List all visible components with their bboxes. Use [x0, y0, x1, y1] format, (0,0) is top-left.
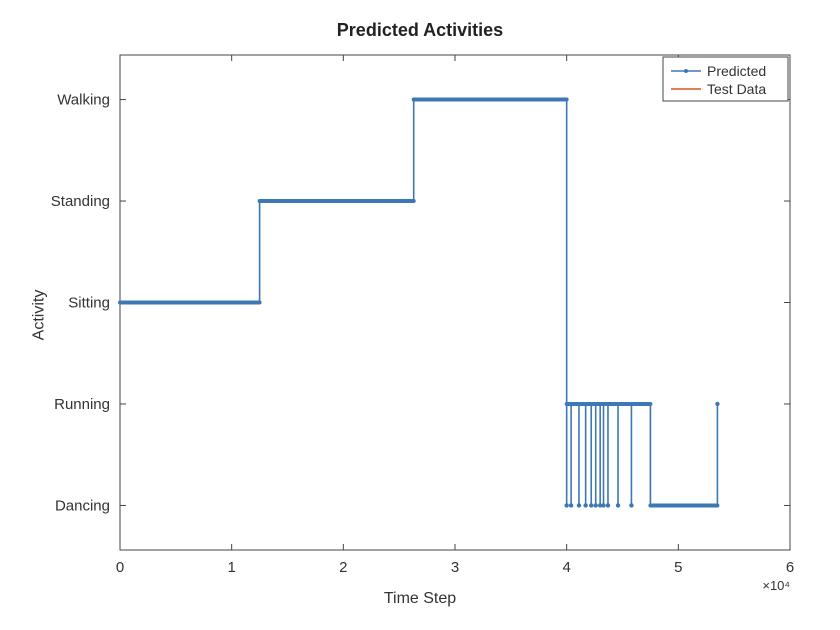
- x-exponent-label: ×10⁴: [762, 578, 790, 593]
- svg-text:1: 1: [227, 559, 235, 576]
- predicted-marker: [629, 503, 633, 507]
- predicted-marker: [606, 503, 610, 507]
- predicted-marker: [616, 503, 620, 507]
- svg-text:3: 3: [451, 559, 459, 576]
- svg-text:5: 5: [674, 559, 682, 576]
- predicted-marker: [594, 503, 598, 507]
- y-tick-label: Standing: [51, 193, 110, 210]
- legend-entry-testdata: Test Data: [707, 81, 766, 97]
- predicted-marker: [601, 503, 605, 507]
- predicted-marker: [564, 503, 568, 507]
- y-tick-label: Running: [54, 396, 110, 413]
- predicted-marker: [715, 402, 719, 406]
- chart-figure: Predicted Activities Activity Time Step …: [0, 0, 840, 630]
- plot-area: 0 1 2 3 4 5 6 ×10⁴ Dancing Running Sitting Standing…: [0, 0, 840, 630]
- legend: Predicted Test Data: [663, 57, 788, 101]
- y-tick-label: Sitting: [68, 295, 110, 312]
- svg-text:6: 6: [786, 559, 794, 576]
- predicted-marker: [589, 503, 593, 507]
- predicted-marker: [577, 503, 581, 507]
- predicted-marker: [569, 503, 573, 507]
- svg-text:2: 2: [339, 559, 347, 576]
- predicted-marker: [583, 503, 587, 507]
- svg-text:4: 4: [562, 559, 570, 576]
- svg-text:0: 0: [116, 559, 124, 576]
- legend-entry-predicted: Predicted: [707, 63, 766, 79]
- y-tick-label: Walking: [57, 92, 110, 109]
- y-tick-label: Dancing: [55, 497, 110, 514]
